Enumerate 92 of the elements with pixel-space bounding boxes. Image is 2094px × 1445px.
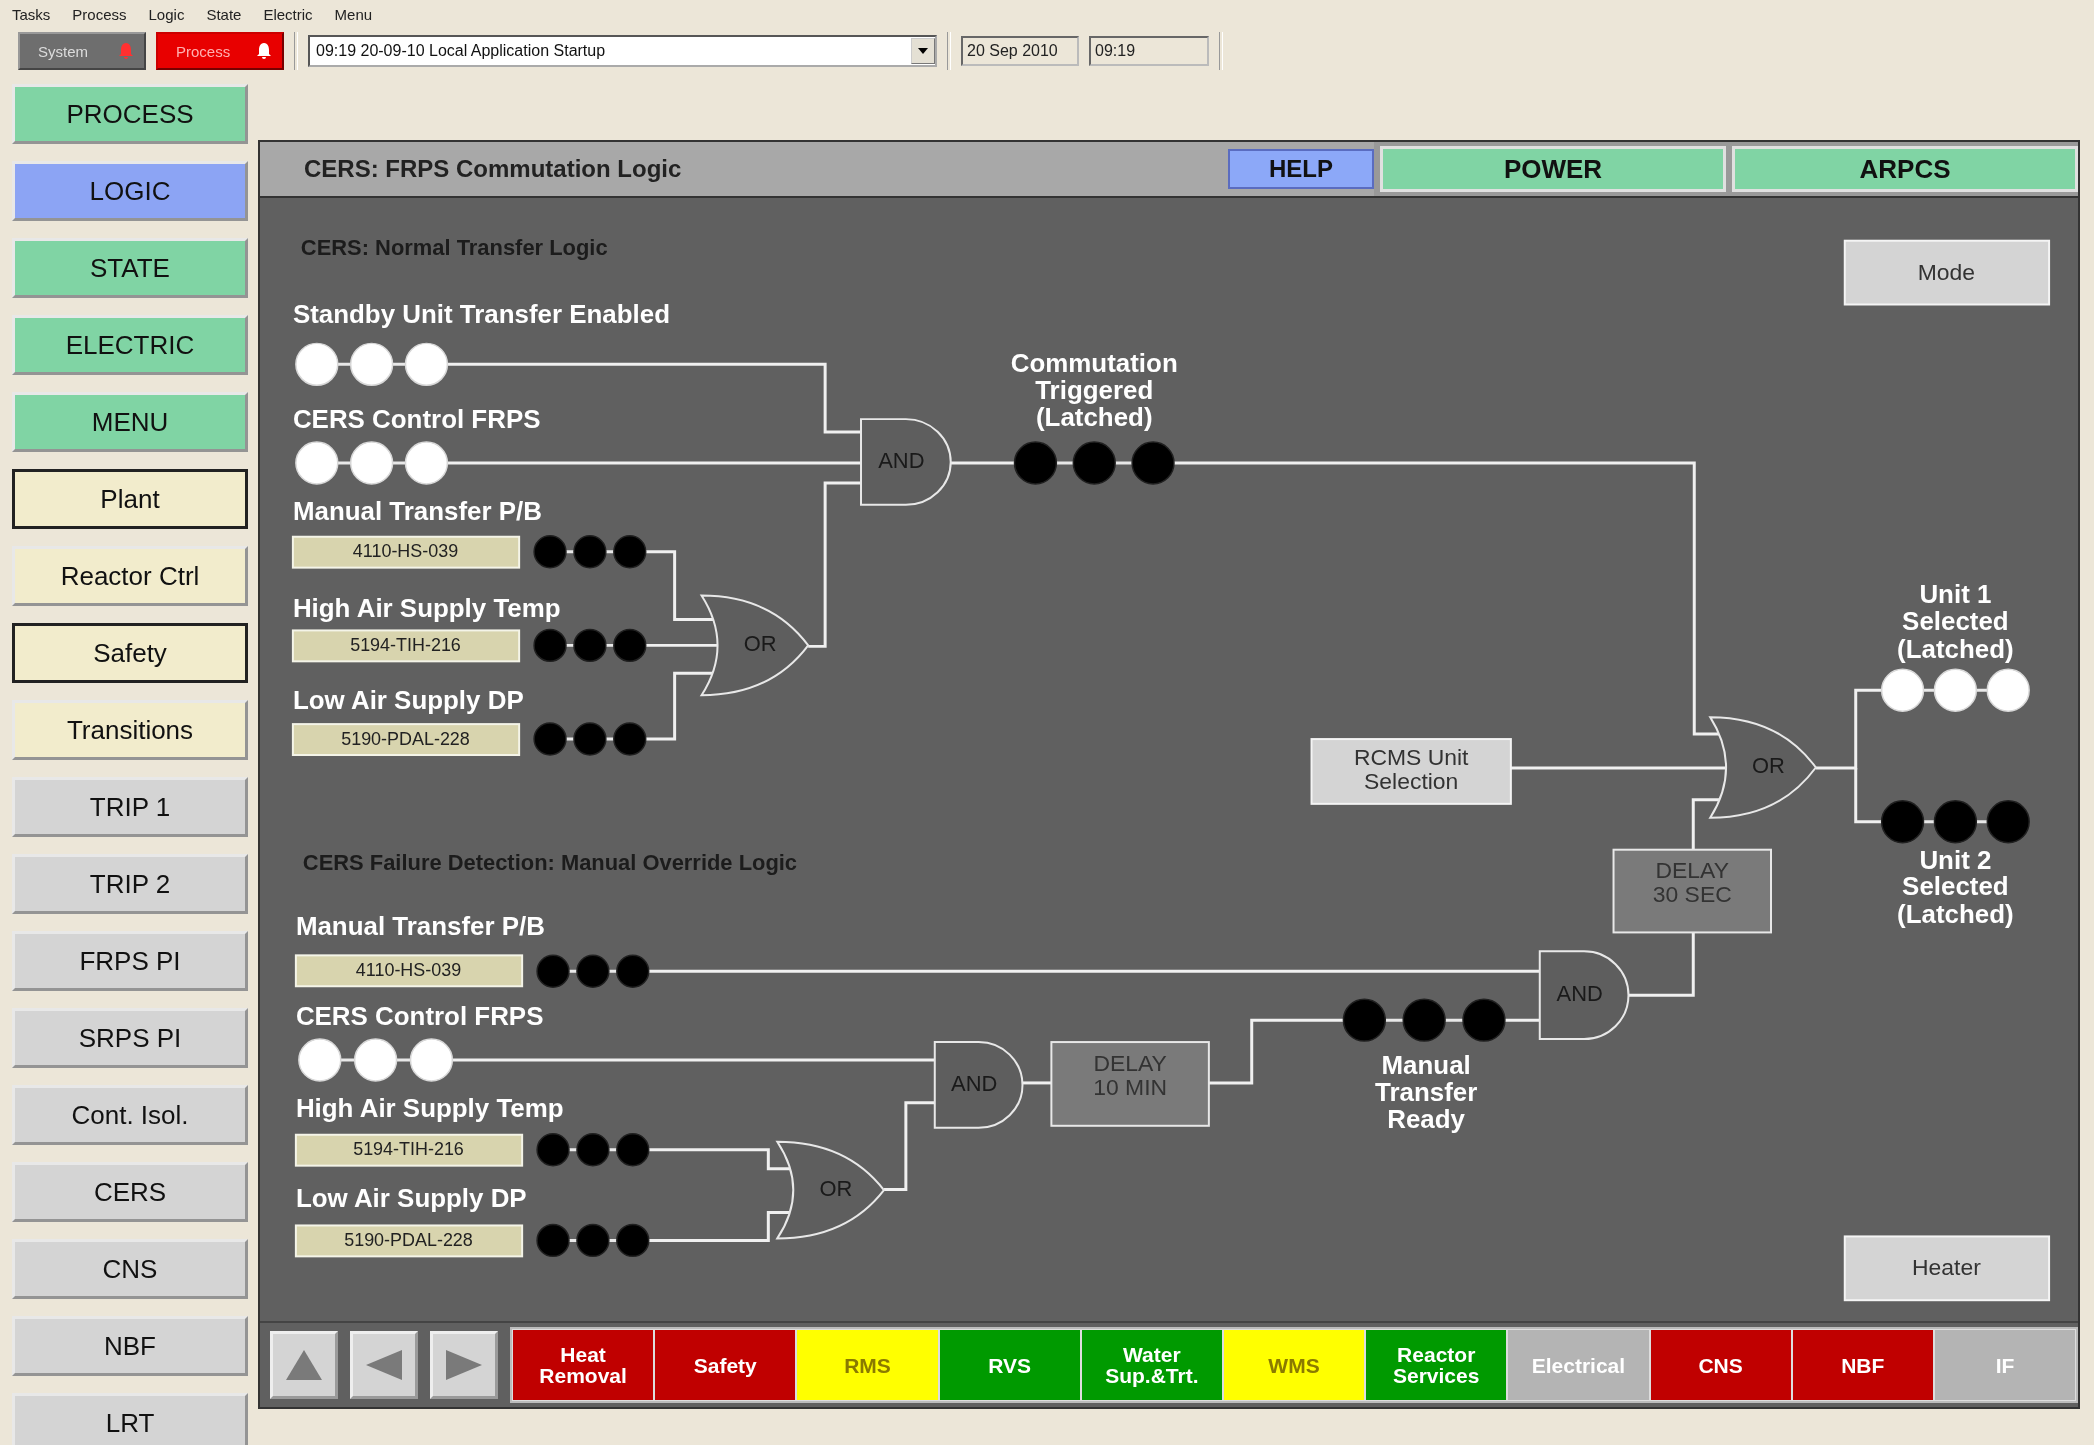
- section-title: CERS: Normal Transfer Logic: [300, 235, 608, 261]
- indicator-label: Commutation: [1010, 349, 1178, 378]
- tag-field: 5194-TIH-216: [294, 1133, 524, 1167]
- tag-field: 4110-HS-039: [294, 954, 524, 988]
- signal-wire: [1628, 932, 1695, 997]
- menu-item[interactable]: Process: [72, 5, 127, 23]
- time-field: 09:19: [1089, 36, 1209, 66]
- section-title: CERS Failure Detection: Manual Override Logic: [302, 850, 798, 876]
- previous-button[interactable]: [350, 1331, 418, 1399]
- system-tab[interactable]: NBF: [1791, 1329, 1934, 1401]
- gate-label: OR: [743, 631, 777, 657]
- right-triangle-icon: [444, 1348, 484, 1382]
- signal-label: CERS Control FRPS: [295, 1002, 544, 1030]
- system-tab[interactable]: Water Sup.&Trt.: [1080, 1329, 1223, 1401]
- tag-field: 5190-PDAL-228: [291, 723, 521, 756]
- nav-button[interactable]: PROCESS: [12, 84, 248, 144]
- signal-label: CERS Control FRPS: [292, 404, 541, 433]
- date-field: 20 Sep 2010: [961, 36, 1079, 66]
- signal-wire: [1503, 1018, 1540, 1022]
- nav-button[interactable]: Transitions: [12, 700, 248, 760]
- up-triangle-icon: [284, 1348, 324, 1382]
- tag-field: 5190-PDAL-228: [294, 1224, 524, 1258]
- nav-button[interactable]: Safety: [12, 623, 248, 683]
- tag-field: 4110-HS-039: [291, 535, 521, 569]
- menu-item[interactable]: Tasks: [12, 5, 51, 23]
- nav-button[interactable]: FRPS PI: [12, 931, 248, 991]
- page-title: CERS: FRPS Commutation Logic: [304, 155, 682, 183]
- menu-item[interactable]: State: [206, 5, 242, 23]
- area-tab[interactable]: ARPCS: [1732, 146, 2078, 192]
- nav-button[interactable]: MENU: [12, 392, 248, 452]
- heater-button[interactable]: Heater: [1843, 1235, 2051, 1302]
- nav-button[interactable]: Plant: [12, 469, 248, 529]
- gate-label: AND: [1556, 981, 1603, 1006]
- signal-label: High Air Supply Temp: [295, 1093, 564, 1122]
- indicator-label: Selected: [1902, 872, 2009, 901]
- system-tab[interactable]: Reactor Services: [1365, 1329, 1508, 1401]
- help-button[interactable]: HELP: [1228, 149, 1374, 189]
- indicator-label: Triggered: [1035, 376, 1154, 405]
- system-tab[interactable]: RVS: [938, 1329, 1081, 1401]
- nav-button[interactable]: ELECTRIC: [12, 315, 248, 375]
- system-tab[interactable]: Heat Removal: [512, 1329, 655, 1401]
- gate-label: OR: [1751, 753, 1785, 779]
- delay-timer-block: DELAY 10 MIN: [1050, 1041, 1210, 1127]
- signal-label: Standby Unit Transfer Enabled: [292, 300, 671, 329]
- indicator-label: Ready: [1387, 1104, 1466, 1133]
- scroll-up-button[interactable]: [270, 1331, 338, 1399]
- mode-button[interactable]: Mode: [1843, 239, 2051, 306]
- gate-label: AND: [878, 447, 925, 473]
- signal-label: Low Air Supply DP: [295, 1184, 527, 1213]
- delay-timer-block: DELAY 30 SEC: [1612, 848, 1772, 934]
- signal-wire: [950, 461, 1015, 465]
- menu-item[interactable]: Logic: [148, 5, 185, 23]
- indicator-label: (Latched): [1897, 635, 2014, 664]
- indicator-label: Unit 2: [1919, 845, 1992, 874]
- signal-label: Manual Transfer P/B: [295, 912, 545, 941]
- signal-label: Manual Transfer P/B: [292, 496, 542, 525]
- next-button[interactable]: [430, 1331, 498, 1399]
- nav-button[interactable]: TRIP 2: [12, 854, 248, 914]
- indicator-label: Manual: [1381, 1050, 1471, 1079]
- nav-button[interactable]: TRIP 1: [12, 777, 248, 837]
- bell-icon: [256, 42, 272, 60]
- gate-label: OR: [819, 1175, 853, 1201]
- nav-button[interactable]: LRT: [12, 1393, 248, 1445]
- area-tab[interactable]: POWER: [1380, 146, 1726, 192]
- nav-button[interactable]: STATE: [12, 238, 248, 298]
- indicator-label: Selected: [1902, 607, 2009, 636]
- nav-button[interactable]: CNS: [12, 1239, 248, 1299]
- nav-button[interactable]: LOGIC: [12, 161, 248, 221]
- nav-button[interactable]: Reactor Ctrl: [12, 546, 248, 606]
- indicator-label: Transfer: [1375, 1077, 1478, 1106]
- signal-label: High Air Supply Temp: [292, 594, 561, 623]
- signal-label: Low Air Supply DP: [292, 686, 524, 715]
- tag-field: 5194-TIH-216: [291, 629, 521, 663]
- menu-item[interactable]: Electric: [263, 5, 313, 23]
- bell-icon: [118, 42, 134, 60]
- event-log-dropdown[interactable]: 09:19 20-09-10 Local Application Startup: [308, 35, 937, 67]
- nav-button[interactable]: NBF: [12, 1316, 248, 1376]
- system-tab[interactable]: Safety: [654, 1329, 797, 1401]
- menu-item[interactable]: Menu: [334, 5, 373, 23]
- system-tab[interactable]: WMS: [1222, 1329, 1366, 1401]
- alarm-button[interactable]: System: [18, 32, 146, 70]
- signal-wire: [1022, 1081, 1052, 1085]
- gate-label: AND: [951, 1070, 998, 1096]
- left-triangle-icon: [364, 1348, 404, 1382]
- system-tab[interactable]: CNS: [1649, 1329, 1792, 1401]
- indicator-label: Unit 1: [1919, 580, 1992, 609]
- nav-button[interactable]: CERS: [12, 1162, 248, 1222]
- indicator-label: (Latched): [1897, 900, 2014, 929]
- nav-button[interactable]: Cont. Isol.: [12, 1085, 248, 1145]
- nav-button[interactable]: SRPS PI: [12, 1008, 248, 1068]
- system-tab[interactable]: RMS: [796, 1329, 939, 1401]
- rcms-unit-selection-button[interactable]: RCMS Unit Selection: [1310, 738, 1512, 805]
